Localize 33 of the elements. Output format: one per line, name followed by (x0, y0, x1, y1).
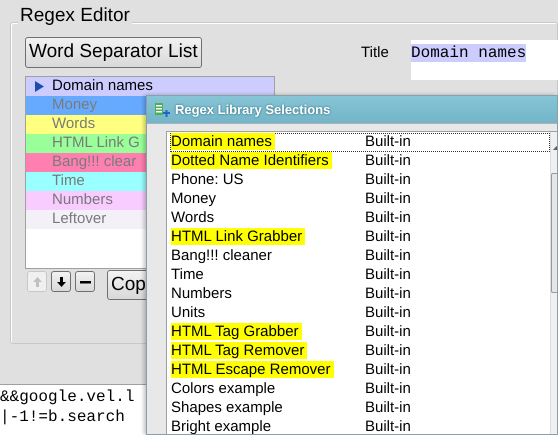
entry-name: Words (171, 209, 214, 226)
entry-name: HTML Tag Remover (171, 342, 308, 360)
entry-source: Built-in (365, 303, 411, 324)
dialog-title: Regex Library Selections (175, 100, 330, 119)
entry-source: Built-in (365, 360, 411, 380)
entry-source: Built-in (365, 341, 411, 362)
entry-source: Built-in (365, 151, 411, 172)
entry-name: Time (171, 266, 204, 284)
group-title: Regex Editor (18, 5, 132, 27)
entry-source: Built-in (365, 265, 411, 286)
entry-name: Phone: US (171, 171, 244, 188)
entry-name: Money (171, 190, 216, 208)
title-value: Domain names (411, 44, 526, 62)
entry-source: Built-in (365, 284, 411, 304)
entry-source: Built-in (365, 208, 411, 228)
entry-source: Built-in (365, 322, 411, 342)
entry-source: Built-in (365, 246, 411, 266)
title-label: Title (361, 43, 389, 63)
entry-source: Built-in (365, 379, 411, 400)
entry-source: Built-in (365, 132, 411, 152)
entry-name: Domain names (171, 133, 275, 150)
entry-name: Dotted Name Identifiers (171, 152, 332, 170)
entry-name: Units (171, 304, 206, 322)
entry-source: Built-in (365, 417, 411, 434)
entry-source: Built-in (365, 189, 411, 210)
entry-name: HTML Escape Remover (171, 361, 334, 378)
entry-source: Built-in (365, 227, 411, 248)
entry-name: HTML Link Grabber (171, 228, 306, 246)
entry-source: Built-in (365, 398, 411, 418)
entry-name: Numbers (171, 285, 232, 302)
entry-source: Built-in (365, 170, 411, 190)
entry-name: HTML Tag Grabber (171, 323, 302, 340)
entry-name: Bang!!! cleaner (171, 247, 272, 264)
